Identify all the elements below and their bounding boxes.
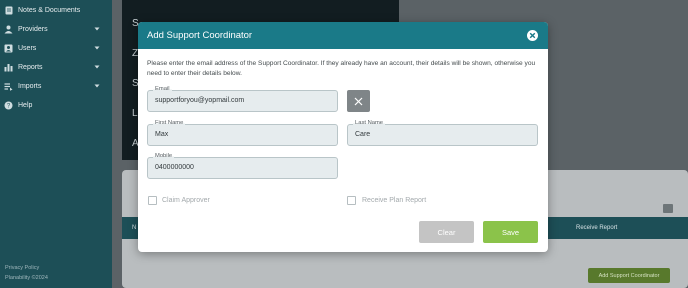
- table-header-cell: N: [132, 225, 137, 231]
- privacy-policy-link[interactable]: Privacy Policy: [5, 265, 39, 271]
- close-button[interactable]: [527, 30, 538, 41]
- users-icon: [4, 44, 13, 53]
- mobile-field[interactable]: Mobile 0400000000: [147, 153, 338, 179]
- sidebar-item-users[interactable]: Users: [0, 39, 112, 58]
- close-icon: [529, 32, 536, 39]
- sidebar: Notes & Documents Providers Users Report…: [0, 0, 112, 288]
- close-icon: [354, 97, 363, 105]
- modal-title: Add Support Coordinator: [147, 30, 253, 41]
- reports-icon: [4, 63, 13, 72]
- chevron-down-icon: [94, 65, 100, 69]
- imports-icon: [4, 82, 13, 91]
- email-field[interactable]: Email supportforyou@yopmail.com: [147, 86, 338, 112]
- save-button[interactable]: Save: [483, 221, 538, 243]
- copyright-text: Planability ©2024: [5, 275, 48, 281]
- first-name-value: Max: [155, 131, 169, 138]
- last-name-label: Last Name: [353, 120, 386, 126]
- sidebar-item-help[interactable]: ? Help: [0, 96, 112, 115]
- sidebar-item-imports[interactable]: Imports: [0, 77, 112, 96]
- add-support-coordinator-modal: Add Support Coordinator Please enter the…: [138, 22, 548, 252]
- chevron-down-icon: [94, 27, 100, 31]
- chevron-down-icon: [94, 84, 100, 88]
- sidebar-item-notes-documents[interactable]: Notes & Documents: [0, 1, 112, 20]
- modal-header: Add Support Coordinator: [138, 22, 548, 49]
- sidebar-item-label: Help: [18, 102, 33, 109]
- last-name-value: Care: [355, 131, 371, 138]
- intro-text: Please enter the email address of the Su…: [147, 60, 536, 77]
- claim-approver-checkbox[interactable]: [148, 196, 157, 205]
- clear-button[interactable]: Clear: [419, 221, 474, 243]
- sidebar-item-label: Reports: [18, 64, 43, 71]
- email-value: supportforyou@yopmail.com: [155, 97, 245, 104]
- sidebar-item-providers[interactable]: Providers: [0, 20, 112, 39]
- email-label: Email: [153, 86, 172, 92]
- sidebar-item-reports[interactable]: Reports: [0, 58, 112, 77]
- expand-icon[interactable]: [663, 204, 673, 213]
- document-icon: [4, 6, 13, 15]
- sidebar-item-label: Imports: [18, 83, 42, 90]
- first-name-field[interactable]: First Name Max: [147, 120, 338, 146]
- mobile-value: 0400000000: [155, 164, 194, 171]
- claim-approver-label: Claim Approver: [162, 197, 210, 204]
- receive-plan-report-checkbox[interactable]: [347, 196, 356, 205]
- add-support-coordinator-button[interactable]: Add Support Coordinator: [588, 268, 670, 283]
- clear-email-button[interactable]: [347, 90, 370, 112]
- help-icon: ?: [4, 101, 13, 110]
- providers-icon: [4, 25, 13, 34]
- sidebar-item-label: Users: [18, 45, 37, 52]
- sidebar-item-label: Notes & Documents: [18, 7, 81, 14]
- mobile-label: Mobile: [153, 153, 175, 159]
- first-name-label: First Name: [153, 120, 186, 126]
- sidebar-item-label: Providers: [18, 26, 48, 33]
- receive-plan-report-label: Receive Plan Report: [362, 197, 427, 204]
- last-name-field[interactable]: Last Name Care: [347, 120, 538, 146]
- background-text: L: [132, 108, 138, 119]
- chevron-down-icon: [94, 46, 100, 50]
- table-header-receive-report: Receive Report: [576, 225, 618, 231]
